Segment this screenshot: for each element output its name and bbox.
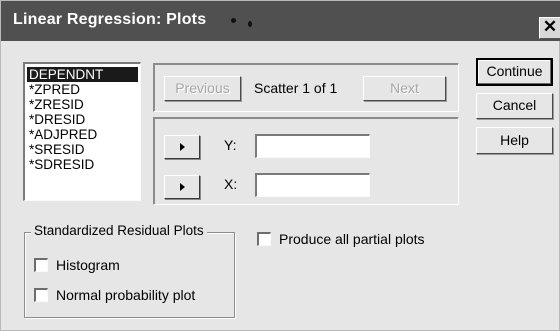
y-axis-field[interactable] bbox=[255, 134, 370, 158]
list-item[interactable]: *SDRESID bbox=[25, 157, 140, 172]
histogram-checkbox-row[interactable]: Histogram bbox=[34, 257, 214, 275]
partial-plots-checkbox-row[interactable]: Produce all partial plots bbox=[257, 231, 457, 249]
move-to-x-button[interactable] bbox=[164, 175, 200, 199]
title-decoration-dot bbox=[248, 21, 252, 27]
x-axis-label: X: bbox=[224, 176, 238, 192]
normal-probability-checkbox-row[interactable]: Normal probability plot bbox=[34, 287, 229, 305]
variable-list[interactable]: DEPENDNT *ZPRED *ZRESID *DRESID *ADJPRED… bbox=[23, 62, 141, 201]
title-decoration-dot bbox=[231, 18, 236, 23]
dialog-title: Linear Regression: Plots bbox=[13, 11, 207, 28]
list-item[interactable]: *ZRESID bbox=[25, 97, 140, 112]
close-button[interactable]: ✕ bbox=[539, 17, 560, 39]
partial-plots-label: Produce all partial plots bbox=[279, 231, 425, 247]
list-item[interactable]: DEPENDNT bbox=[27, 67, 138, 82]
title-bar[interactable]: Linear Regression: Plots ✕ bbox=[1, 1, 560, 41]
right-arrow-icon bbox=[180, 183, 185, 191]
group-title: Standardized Residual Plots bbox=[31, 223, 207, 238]
next-button[interactable]: Next bbox=[363, 76, 446, 101]
scatter-axes-panel: Y: X: bbox=[153, 117, 459, 205]
help-button[interactable]: Help bbox=[476, 127, 553, 154]
list-item[interactable]: *ADJPRED bbox=[25, 127, 140, 142]
partial-plots-checkbox[interactable] bbox=[257, 232, 271, 246]
scatter-status: Scatter 1 of 1 bbox=[254, 80, 338, 96]
continue-button[interactable]: Continue bbox=[476, 58, 553, 86]
right-arrow-icon bbox=[180, 143, 185, 151]
next-button-label: Next bbox=[390, 80, 419, 96]
cancel-button-label: Cancel bbox=[492, 97, 537, 113]
list-item[interactable]: *SRESID bbox=[25, 142, 140, 157]
normal-probability-label: Normal probability plot bbox=[56, 287, 196, 303]
previous-button-label: Previous bbox=[175, 80, 230, 96]
cancel-button[interactable]: Cancel bbox=[476, 93, 553, 119]
histogram-label: Histogram bbox=[56, 257, 120, 273]
move-to-y-button[interactable] bbox=[164, 135, 200, 159]
list-item[interactable]: *DRESID bbox=[25, 112, 140, 127]
previous-button[interactable]: Previous bbox=[164, 76, 241, 101]
scatter-navigation-panel: Previous Scatter 1 of 1 Next bbox=[153, 63, 459, 112]
x-axis-field[interactable] bbox=[255, 173, 370, 197]
y-axis-label: Y: bbox=[224, 137, 237, 153]
linear-regression-plots-dialog: Linear Regression: Plots ✕ DEPENDNT *ZPR… bbox=[0, 0, 560, 331]
continue-button-label: Continue bbox=[486, 63, 543, 79]
histogram-checkbox[interactable] bbox=[34, 258, 48, 272]
list-item[interactable]: *ZPRED bbox=[25, 82, 140, 97]
normal-probability-checkbox[interactable] bbox=[34, 288, 48, 302]
standardized-residual-plots-group: Standardized Residual Plots Histogram No… bbox=[24, 223, 235, 318]
help-button-label: Help bbox=[500, 132, 529, 148]
